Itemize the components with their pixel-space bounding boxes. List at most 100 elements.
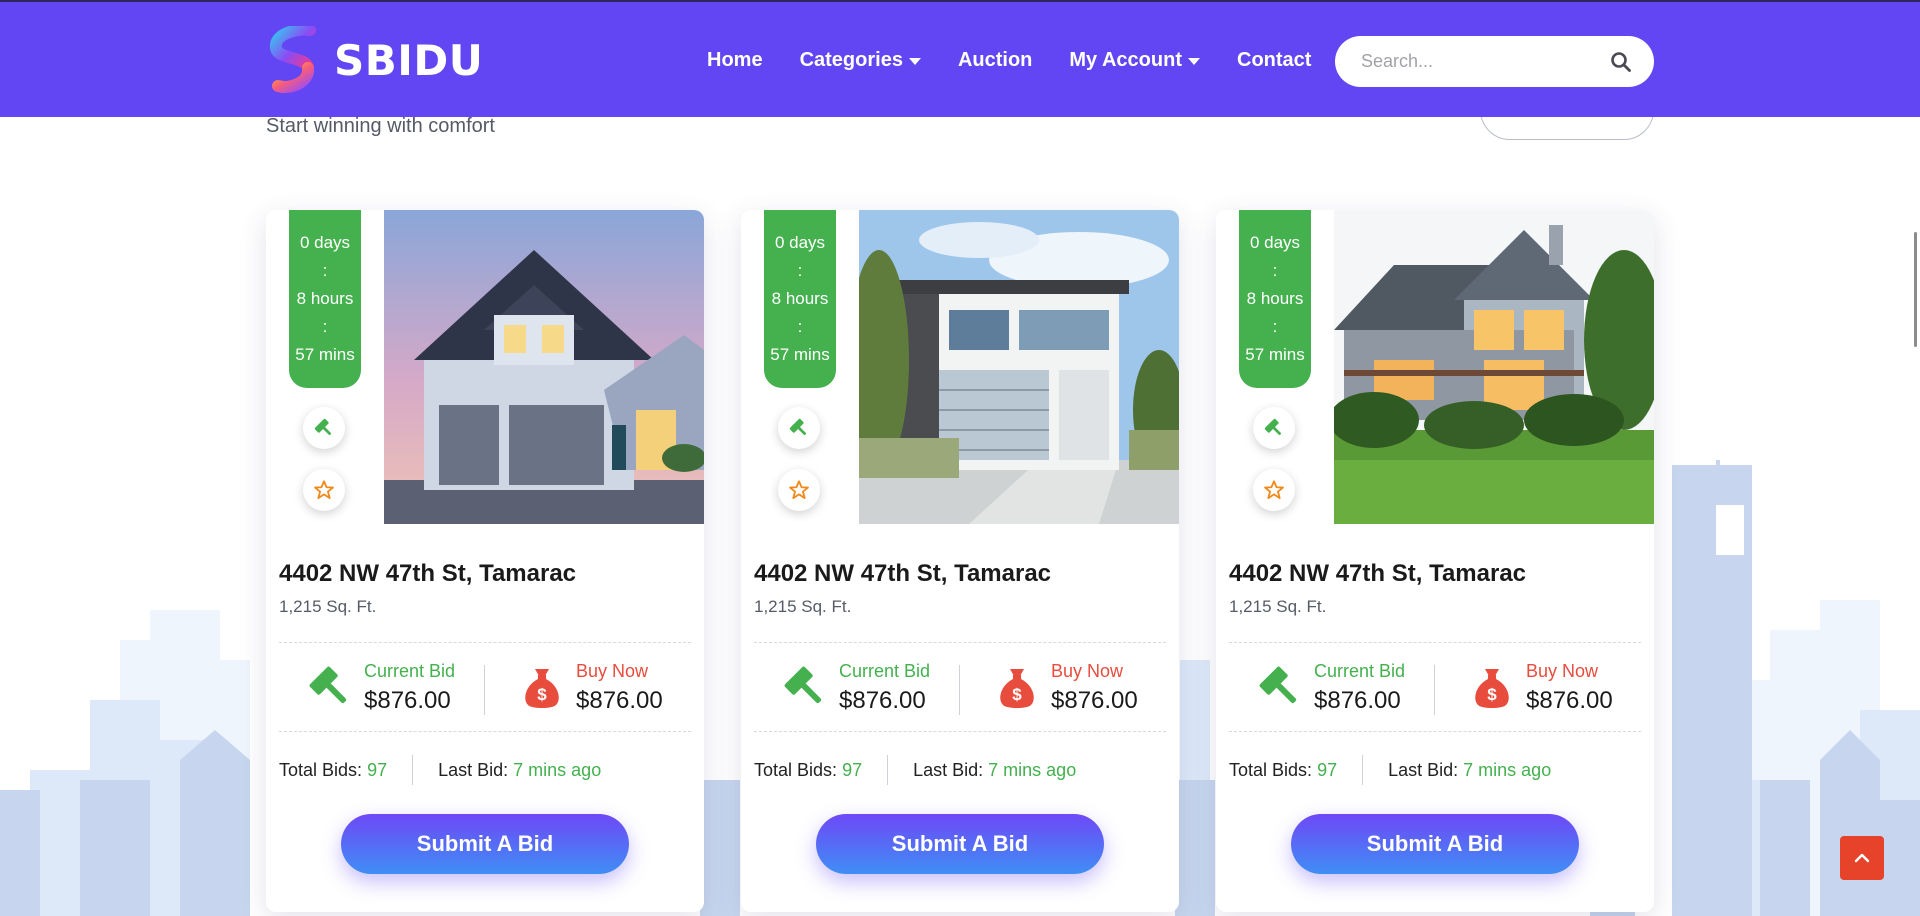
- timer-days: 0 days: [1249, 233, 1301, 252]
- buy-now: $ Buy Now $876.00: [993, 660, 1138, 714]
- gavel-icon: [1264, 418, 1282, 436]
- scroll-to-top-button[interactable]: [1840, 836, 1884, 880]
- total-bids-value: 97: [1317, 759, 1338, 780]
- current-bid-label: Current Bid: [364, 661, 456, 681]
- total-bids-label: Total Bids:: [279, 759, 363, 780]
- money-bag-icon: $: [1475, 669, 1509, 708]
- search-input[interactable]: [1361, 51, 1591, 72]
- listing-title[interactable]: 4402 NW 47th St, Tamarac: [279, 560, 576, 588]
- countdown-timer: 0 days : 8 hours : 57 mins: [764, 210, 836, 388]
- bid-stats: Total Bids: 97 Last Bid: 7 mins ago: [279, 755, 601, 785]
- logo-mark-icon: [270, 26, 316, 93]
- timer-separator: :: [1272, 261, 1278, 280]
- money-bag-icon: $: [1000, 669, 1034, 708]
- nav-my-account[interactable]: My Account: [1069, 49, 1200, 72]
- listing-area: 1,215 Sq. Ft.: [1229, 597, 1327, 616]
- nav-contact[interactable]: Contact: [1237, 49, 1311, 72]
- current-bid-value: $876.00: [364, 687, 451, 714]
- logo-text: SBIDU: [334, 35, 484, 85]
- timer-days: 0 days: [299, 233, 351, 252]
- countdown-timer: 0 days : 8 hours : 57 mins: [1239, 210, 1311, 388]
- divider: [754, 642, 1166, 643]
- timer-hours: 8 hours: [771, 289, 829, 308]
- svg-text:$: $: [1012, 685, 1022, 704]
- divider: [1229, 731, 1641, 732]
- timer-hours: 8 hours: [296, 289, 354, 308]
- last-bid-value: 7 mins ago: [1463, 759, 1552, 780]
- house-photo: [859, 210, 1179, 524]
- current-bid: Current Bid $876.00: [781, 660, 930, 714]
- site-header: SBIDU Home Categories Auction My Account…: [0, 0, 1920, 117]
- star-icon: [789, 480, 809, 499]
- total-bids-label: Total Bids:: [754, 759, 838, 780]
- divider: [279, 731, 691, 732]
- timer-mins: 57 mins: [770, 345, 830, 364]
- nav-categories-label: Categories: [799, 49, 903, 71]
- total-bids-value: 97: [367, 759, 388, 780]
- last-bid-label: Last Bid:: [438, 759, 509, 780]
- auction-card: 0 days : 8 hours : 57 mins 4402 NW 47th …: [741, 210, 1179, 912]
- auction-card: 0 days : 8 hours : 57 mins 4402 NW 47th …: [1216, 210, 1654, 912]
- timer-separator: :: [797, 317, 803, 336]
- submit-bid-button[interactable]: Submit A Bid: [816, 814, 1104, 874]
- countdown-timer: 0 days : 8 hours : 57 mins: [289, 210, 361, 388]
- nav-my-account-label: My Account: [1069, 49, 1182, 71]
- site-logo[interactable]: SBIDU: [266, 26, 483, 94]
- gavel-icon: [309, 666, 347, 704]
- timer-days: 0 days: [774, 233, 826, 252]
- timer-mins: 57 mins: [295, 345, 355, 364]
- favorite-button[interactable]: [778, 469, 820, 511]
- bid-action-button[interactable]: [1253, 407, 1295, 449]
- bid-action-button[interactable]: [778, 407, 820, 449]
- house-photo: [384, 210, 704, 524]
- divider: [279, 642, 691, 643]
- buy-now-value: $876.00: [1526, 687, 1613, 714]
- star-icon: [314, 480, 334, 499]
- total-bids-label: Total Bids:: [1229, 759, 1313, 780]
- buy-now: $ Buy Now $876.00: [518, 660, 663, 714]
- current-bid-value: $876.00: [839, 687, 926, 714]
- timer-separator: :: [322, 317, 328, 336]
- last-bid-label: Last Bid:: [913, 759, 984, 780]
- gavel-icon: [784, 666, 822, 704]
- timer-separator: :: [797, 261, 803, 280]
- divider: [1229, 642, 1641, 643]
- listing-title[interactable]: 4402 NW 47th St, Tamarac: [754, 560, 1051, 588]
- current-bid-value: $876.00: [1314, 687, 1401, 714]
- main-nav: Home Categories Auction My Account Conta…: [707, 2, 1348, 119]
- submit-bid-button[interactable]: Submit A Bid: [341, 814, 629, 874]
- current-bid: Current Bid $876.00: [1256, 660, 1405, 714]
- section-tagline: Start winning with comfort: [266, 115, 495, 137]
- nav-categories[interactable]: Categories: [800, 49, 921, 72]
- timer-mins: 57 mins: [1245, 345, 1305, 364]
- listing-area: 1,215 Sq. Ft.: [754, 597, 852, 616]
- auction-card: 0 days : 8 hours : 57 mins 4402 NW 47th …: [266, 210, 704, 912]
- timer-separator: :: [322, 261, 328, 280]
- gavel-icon: [314, 418, 332, 436]
- bid-action-button[interactable]: [303, 407, 345, 449]
- favorite-button[interactable]: [303, 469, 345, 511]
- nav-home[interactable]: Home: [707, 49, 763, 72]
- nav-home-label: Home: [707, 49, 763, 71]
- search-box: [1335, 36, 1654, 87]
- search-icon[interactable]: [1610, 51, 1632, 73]
- timer-separator: :: [1272, 317, 1278, 336]
- timer-hours: 8 hours: [1246, 289, 1304, 308]
- favorite-button[interactable]: [1253, 469, 1295, 511]
- divider: [1362, 755, 1364, 785]
- caret-down-icon: [1188, 58, 1200, 65]
- divider: [412, 755, 414, 785]
- buy-now-label: Buy Now: [1526, 661, 1599, 681]
- nav-auction[interactable]: Auction: [958, 49, 1032, 72]
- listing-title[interactable]: 4402 NW 47th St, Tamarac: [1229, 560, 1526, 588]
- divider: [1434, 665, 1435, 715]
- house-photo: [1334, 210, 1654, 524]
- divider: [484, 665, 485, 715]
- current-bid: Current Bid $876.00: [306, 660, 455, 714]
- submit-bid-button[interactable]: Submit A Bid: [1291, 814, 1579, 874]
- scrollbar-thumb[interactable]: [1914, 232, 1917, 347]
- gavel-icon: [1259, 666, 1297, 704]
- nav-auction-label: Auction: [957, 49, 1033, 71]
- buy-now-label: Buy Now: [576, 661, 649, 681]
- buy-now-value: $876.00: [576, 687, 663, 714]
